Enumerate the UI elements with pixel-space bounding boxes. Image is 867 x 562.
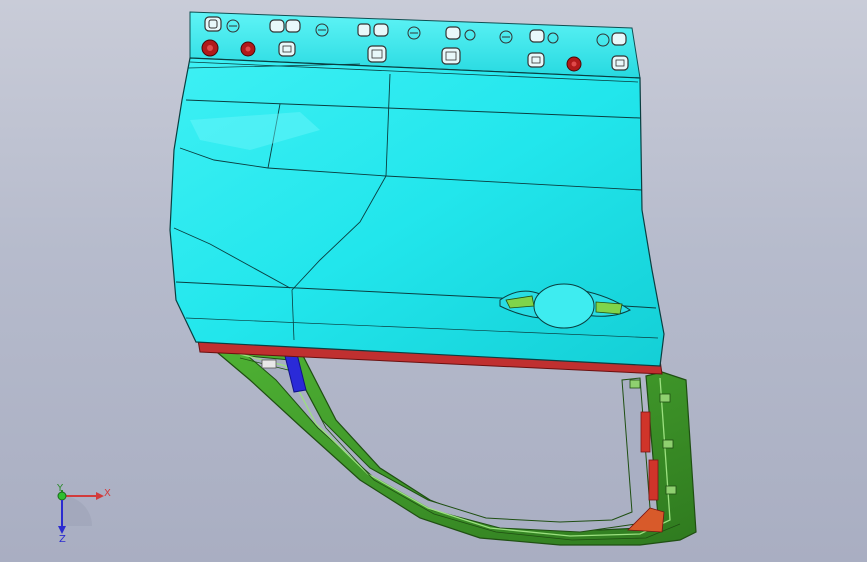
square-clip-2[interactable] <box>367 45 387 63</box>
y-axis-label: Y <box>56 483 64 494</box>
red-strip-lower[interactable] <box>648 459 659 501</box>
clip-round-1[interactable] <box>204 16 222 32</box>
x-axis-arrow-icon <box>96 492 104 500</box>
handle-cup[interactable] <box>533 283 595 329</box>
handle-insert-right[interactable] <box>595 301 623 315</box>
square-clip-4[interactable] <box>527 52 545 68</box>
cad-model-canvas[interactable]: X Y Z <box>0 0 867 562</box>
square-clip-1[interactable] <box>278 41 296 57</box>
triad-plane-shadow <box>62 496 92 526</box>
pillar-clip-3[interactable] <box>662 439 674 449</box>
3d-viewport[interactable]: X Y Z <box>0 0 867 562</box>
z-axis-label: Z <box>59 534 66 545</box>
skin-surface[interactable] <box>169 57 665 367</box>
red-clip-2[interactable] <box>240 41 256 57</box>
pillar-clip-4[interactable] <box>665 485 677 495</box>
red-strip-upper[interactable] <box>640 411 651 453</box>
x-axis-label: X <box>104 488 111 499</box>
pillar-clip-1[interactable] <box>629 379 641 389</box>
orientation-triad: X Y Z <box>56 483 111 545</box>
red-clip-1[interactable] <box>201 39 219 57</box>
red-clip-3[interactable] <box>566 56 582 72</box>
square-clip-3[interactable] <box>441 47 461 65</box>
white-clip[interactable] <box>261 359 277 369</box>
z-axis-arrow-icon <box>58 526 66 534</box>
outer-door-panel[interactable] <box>169 11 665 367</box>
inner-door-frame[interactable] <box>210 344 697 546</box>
square-clip-5[interactable] <box>611 55 629 71</box>
pillar-clip-2[interactable] <box>659 393 671 403</box>
